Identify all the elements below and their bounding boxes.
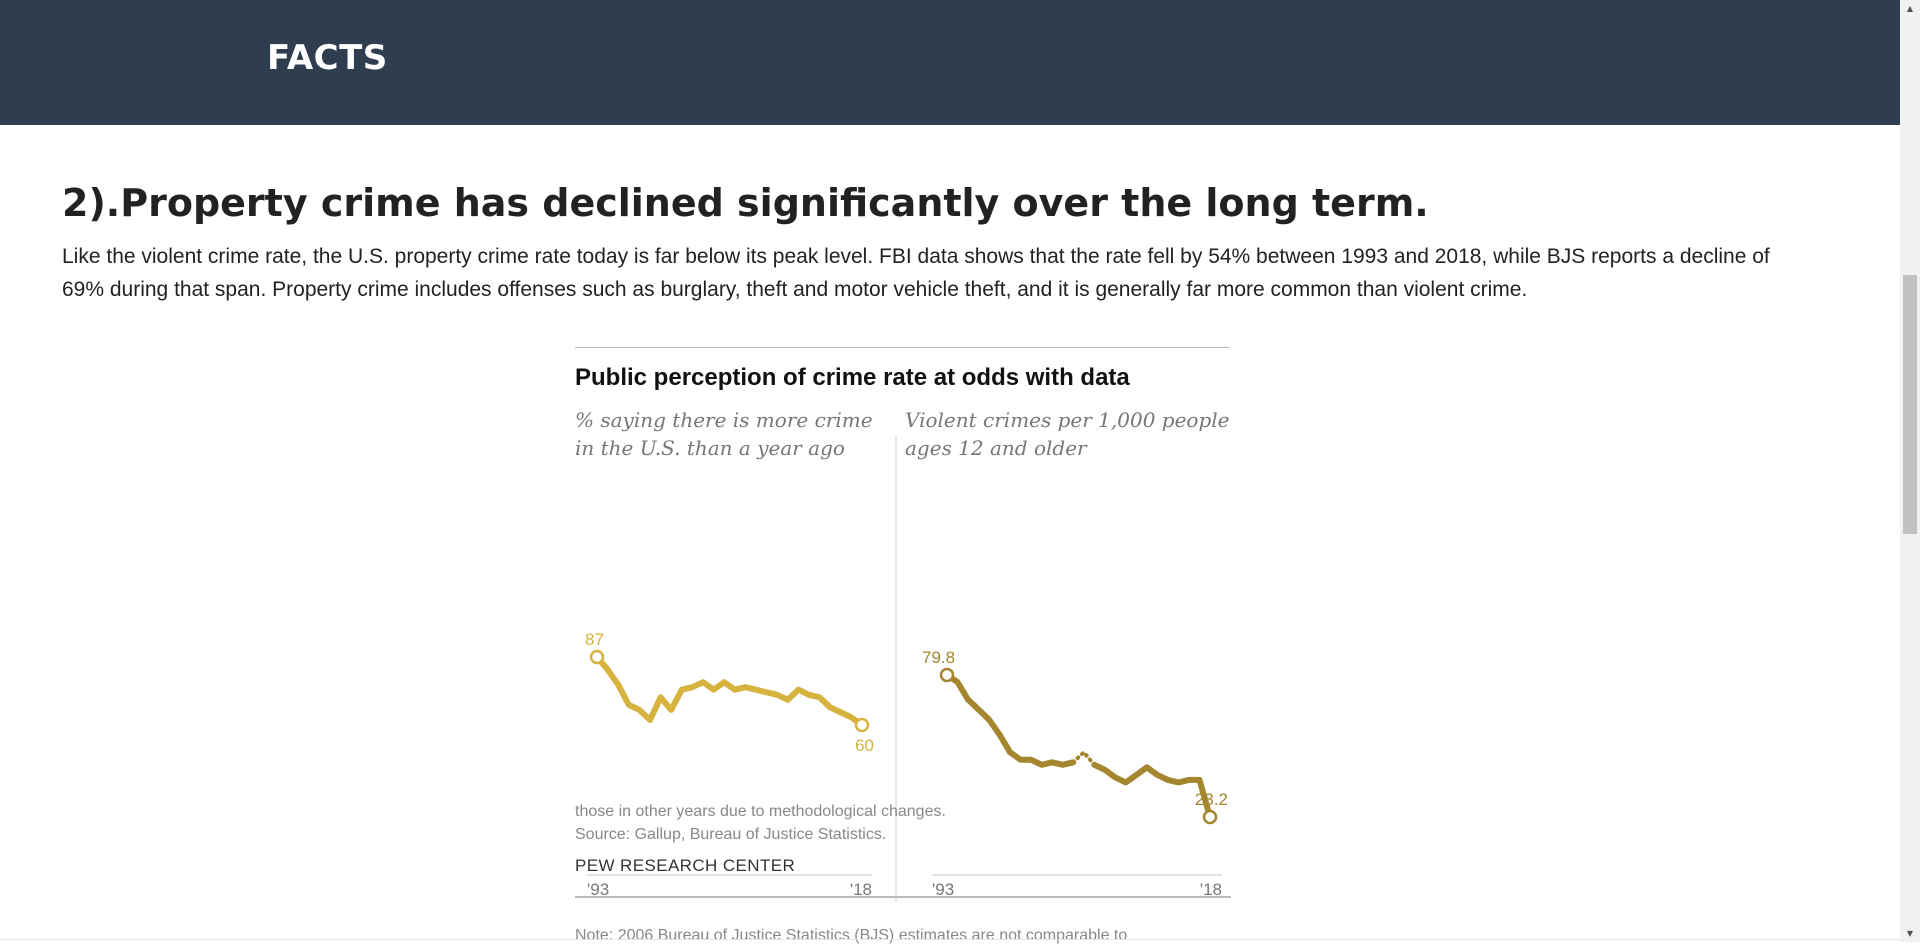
left-chart-end-data-label: 60 (855, 736, 874, 755)
right-chart-start-data-label: 79.8 (922, 648, 955, 667)
vertical-scrollbar[interactable]: ▲ ▼ (1900, 0, 1920, 942)
figure-note-line-2: those in other years due to methodologic… (575, 803, 946, 820)
right-chart-subtitle-line-2: ages 12 and older (905, 436, 1088, 460)
right-chart-start-marker (939, 667, 955, 683)
figure-title: Public perception of crime rate at odds … (575, 364, 1130, 391)
page-bottom-rule (0, 939, 1900, 940)
triangle-down-icon[interactable]: ▼ (1900, 925, 1920, 942)
article-headline: 2).Property crime has declined significa… (62, 181, 1429, 225)
left-chart-series-line (594, 654, 865, 728)
figure-footer: those in other years due to methodologic… (575, 800, 1235, 898)
figure-credit: PEW RESEARCH CENTER (575, 856, 796, 875)
right-chart-series-line (1071, 750, 1097, 767)
left-chart-subtitle-line-2: in the U.S. than a year ago (575, 436, 845, 460)
left-chart-start-marker (589, 649, 605, 665)
left-chart-start-data-label: 87 (585, 630, 604, 649)
article-paragraph: Like the violent crime rate, the U.S. pr… (62, 245, 1770, 301)
figure-source: Source: Gallup, Bureau of Justice Statis… (575, 826, 887, 843)
triangle-up-icon[interactable]: ▲ (1900, 0, 1920, 17)
left-chart-subtitle-line-1: % saying there is more crime (575, 408, 873, 432)
figure-note-line-1: Note: 2006 Bureau of Justice Statistics … (575, 927, 1127, 944)
scrollbar-thumb[interactable] (1903, 275, 1917, 534)
right-chart-series-line (944, 672, 1077, 768)
figure-bottom-rule (575, 896, 1231, 898)
right-chart-subtitle-line-1: Violent crimes per 1,000 people (905, 408, 1230, 432)
site-header-title: FACTS (267, 38, 388, 78)
left-chart-end-marker (854, 717, 870, 733)
article-content: 2).Property crime has declined significa… (62, 125, 1900, 944)
site-header: FACTS (0, 0, 1900, 125)
